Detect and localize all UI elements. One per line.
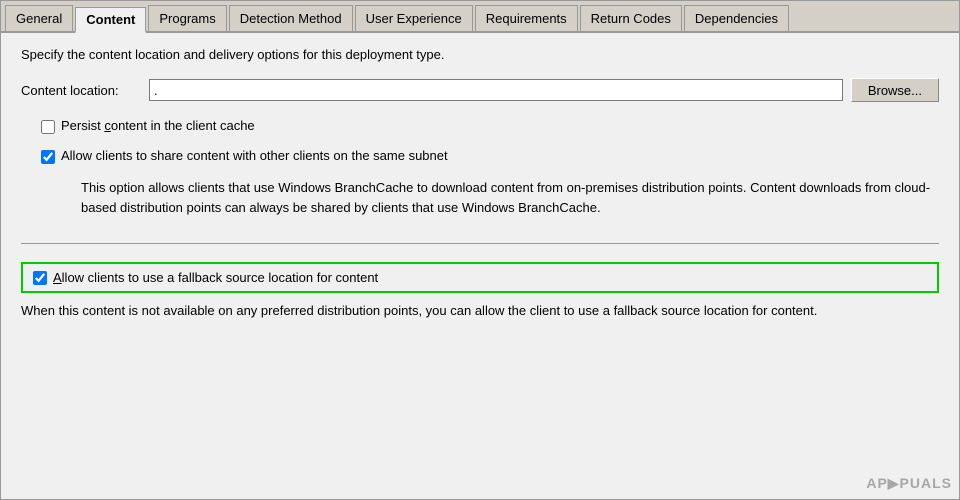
branchcache-description: This option allows clients that use Wind… [21,178,939,217]
tab-dependencies[interactable]: Dependencies [684,5,789,31]
persist-cache-checkbox[interactable] [41,120,55,134]
persist-cache-row: Persist content in the client cache [21,118,939,134]
fallback-highlight-box: Allow clients to use a fallback source l… [21,262,939,293]
fallback-checkbox[interactable] [33,271,47,285]
content-location-input[interactable] [149,79,843,101]
tab-requirements[interactable]: Requirements [475,5,578,31]
fallback-description: When this content is not available on an… [21,303,939,318]
content-location-label: Content location: [21,83,141,98]
tab-general[interactable]: General [5,5,73,31]
allow-clients-share-label[interactable]: Allow clients to share content with othe… [61,148,448,163]
persist-cache-label[interactable]: Persist content in the client cache [61,118,255,133]
tab-return-codes[interactable]: Return Codes [580,5,682,31]
allow-clients-share-checkbox[interactable] [41,150,55,164]
tab-content[interactable]: Content [75,7,146,33]
tab-user-experience[interactable]: User Experience [355,5,473,31]
page-description: Specify the content location and deliver… [21,47,939,62]
tab-bar: General Content Programs Detection Metho… [1,1,959,33]
content-area: Specify the content location and deliver… [1,33,959,499]
tab-detection-method[interactable]: Detection Method [229,5,353,31]
browse-button[interactable]: Browse... [851,78,939,102]
allow-clients-share-row: Allow clients to share content with othe… [21,148,939,164]
fallback-label[interactable]: Allow clients to use a fallback source l… [53,270,378,285]
content-location-row: Content location: Browse... [21,78,939,102]
divider [21,243,939,244]
tab-programs[interactable]: Programs [148,5,226,31]
dialog: General Content Programs Detection Metho… [0,0,960,500]
